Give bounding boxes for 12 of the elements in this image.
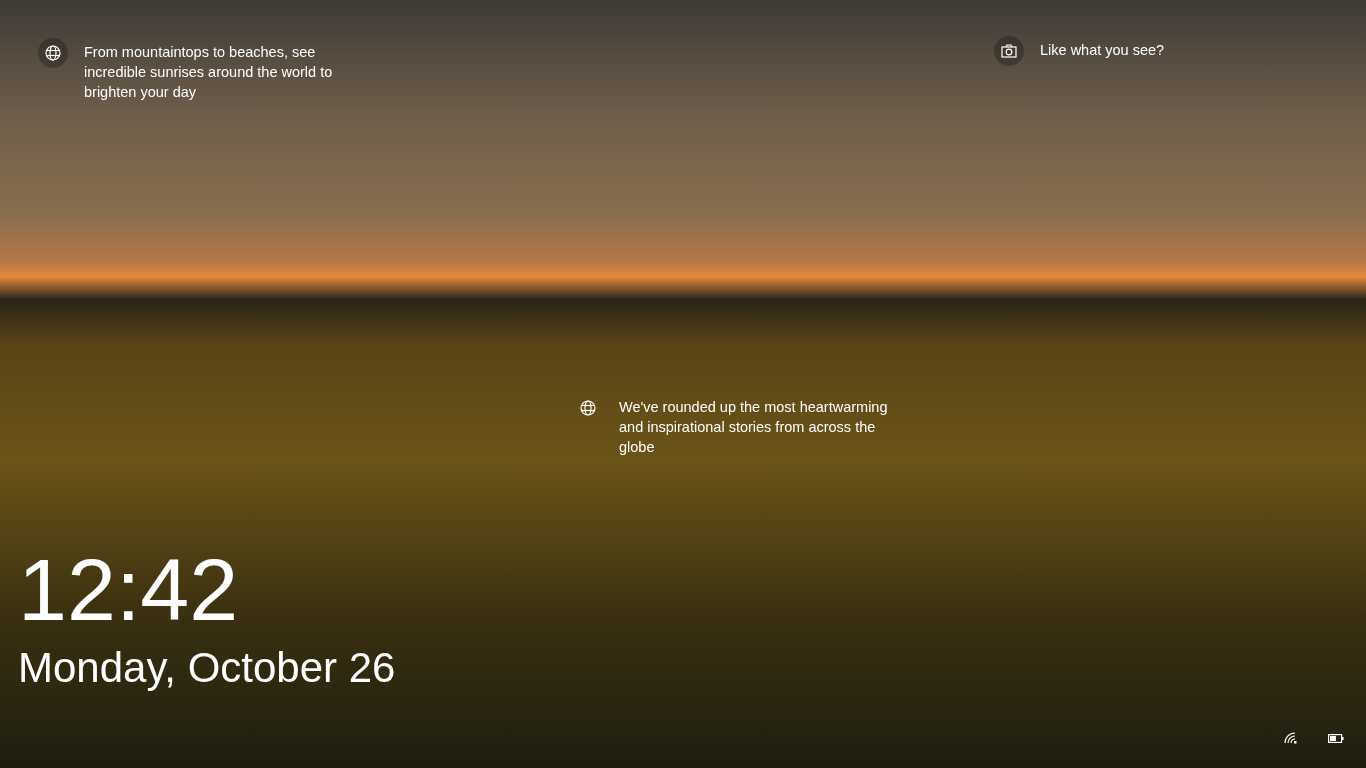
hotspot-button[interactable] bbox=[38, 38, 68, 68]
hotspot-text: From mountaintops to beaches, see incredible sunrises around the world to brighten your day bbox=[84, 43, 334, 102]
clock-time: 12:42 bbox=[18, 540, 240, 640]
wifi-icon bbox=[1284, 732, 1298, 744]
hotspot-button[interactable] bbox=[994, 36, 1024, 66]
globe-icon bbox=[580, 400, 596, 416]
battery-icon bbox=[1328, 733, 1344, 743]
camera-icon bbox=[1001, 44, 1017, 58]
clock-date: Monday, October 26 bbox=[18, 643, 396, 693]
globe-icon bbox=[45, 45, 61, 61]
hotspot-text: Like what you see? bbox=[1040, 41, 1166, 60]
hotspot-text: We've rounded up the most heartwarming and inspirational stories from across the globe bbox=[619, 398, 889, 457]
